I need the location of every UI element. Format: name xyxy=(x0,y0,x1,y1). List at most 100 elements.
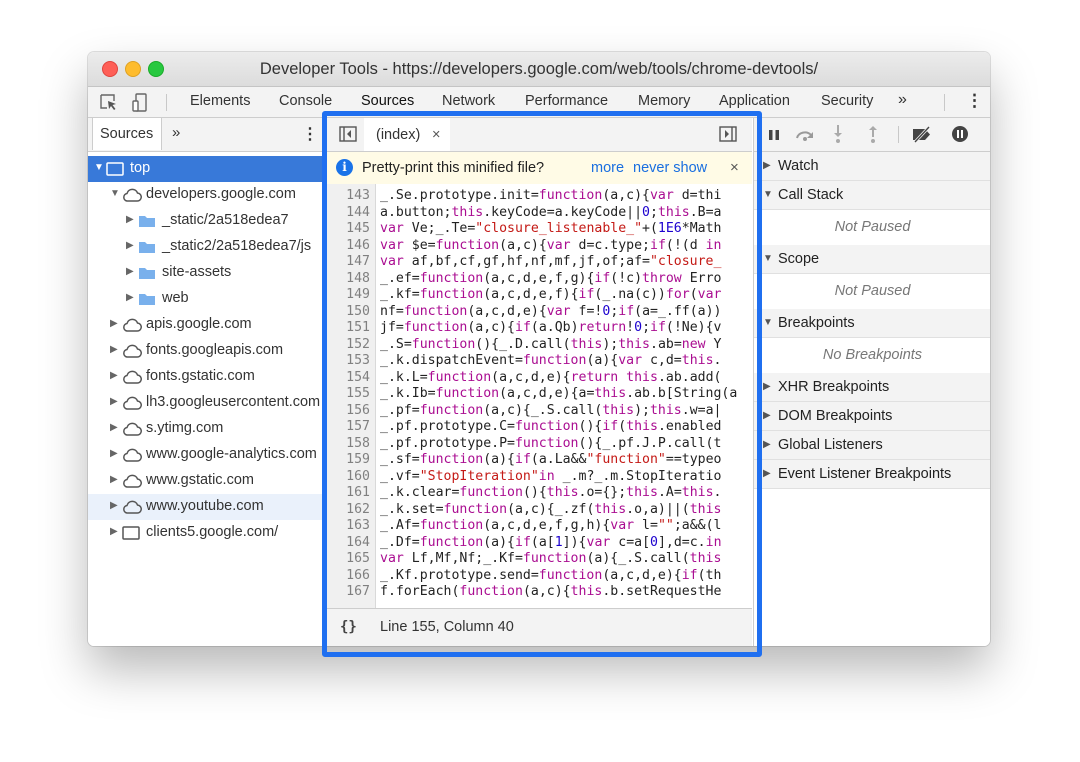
cloud-icon xyxy=(122,317,142,337)
tree-item[interactable]: ▶ www.youtube.com xyxy=(88,494,323,520)
expand-triangle-icon[interactable]: ▶ xyxy=(110,474,118,485)
debugger-section-breakpoints[interactable]: ▼ Breakpoints xyxy=(754,309,990,338)
debugger-section-dom-breakpoints[interactable]: ▶ DOM Breakpoints xyxy=(754,402,990,431)
navigator-header: Sources » ⋮ xyxy=(88,118,323,152)
debugger-section-scope[interactable]: ▼ Scope xyxy=(754,245,990,274)
tab-network[interactable]: Network xyxy=(442,93,495,109)
empty-state-text: No Breakpoints xyxy=(822,347,923,363)
inspect-element-icon[interactable] xyxy=(100,94,118,111)
expand-triangle-icon[interactable]: ▶ xyxy=(110,370,118,381)
folder-icon xyxy=(138,213,156,233)
tree-item[interactable]: ▶ www.google-analytics.com xyxy=(88,442,323,468)
tree-item[interactable]: ▶ apis.google.com xyxy=(88,312,323,338)
expand-triangle-icon[interactable]: ▶ xyxy=(110,318,118,329)
tree-item-label: clients5.google.com/ xyxy=(146,524,279,540)
step-out-icon[interactable] xyxy=(866,124,880,144)
tree-item[interactable]: ▶ lh3.googleusercontent.com xyxy=(88,390,323,416)
expand-triangle-icon[interactable]: ▶ xyxy=(110,500,118,511)
expand-triangle-icon[interactable]: ▶ xyxy=(126,292,134,303)
sources-navigator: Sources » ⋮ ▼ top ▼ developers.google.com ▶ _… xyxy=(88,118,324,646)
collapse-triangle-icon: ▼ xyxy=(763,253,773,264)
tree-item[interactable]: ▶ www.gstatic.com xyxy=(88,468,323,494)
cloud-icon xyxy=(122,343,142,363)
debugger-section-watch[interactable]: ▶ Watch xyxy=(754,152,990,181)
cloud-icon xyxy=(122,395,142,415)
tree-item[interactable]: ▶ fonts.gstatic.com xyxy=(88,364,323,390)
tree-item-label: fonts.googleapis.com xyxy=(146,342,284,358)
navigator-tab-sources[interactable]: Sources xyxy=(92,118,162,150)
debugger-toolbar xyxy=(754,118,990,152)
debugger-section-global-listeners[interactable]: ▶ Global Listeners xyxy=(754,431,990,460)
tree-item[interactable]: ▶ fonts.googleapis.com xyxy=(88,338,323,364)
tree-item-label: www.gstatic.com xyxy=(146,472,254,488)
tab-sources[interactable]: Sources xyxy=(361,93,414,109)
customize-menu-button[interactable]: ⋮ xyxy=(966,91,983,111)
tab-security[interactable]: Security xyxy=(821,93,873,109)
tree-item[interactable]: ▶ _static2/2a518edea7/js xyxy=(88,234,323,260)
debugger-section-label: Scope xyxy=(778,251,820,267)
tree-item-label: top xyxy=(130,160,151,176)
debugger-section-call-stack[interactable]: ▼ Call Stack xyxy=(754,181,990,210)
editor-highlight-frame xyxy=(322,111,762,657)
debugger-section-xhr-breakpoints[interactable]: ▶ XHR Breakpoints xyxy=(754,373,990,402)
tree-item-label: apis.google.com xyxy=(146,316,252,332)
expand-triangle-icon[interactable]: ▶ xyxy=(110,448,118,459)
deactivate-breakpoints-icon[interactable] xyxy=(911,126,933,143)
cloud-icon xyxy=(122,447,142,467)
device-toolbar-icon[interactable] xyxy=(132,93,150,112)
step-over-icon[interactable] xyxy=(794,126,816,142)
tree-item[interactable]: ▶ s.ytimg.com xyxy=(88,416,323,442)
debugger-section-label: Watch xyxy=(778,158,819,174)
tab-console[interactable]: Console xyxy=(279,93,332,109)
tree-item-label: developers.google.com xyxy=(146,186,296,202)
tree-item[interactable]: ▶ clients5.google.com/ xyxy=(88,520,323,546)
pause-icon[interactable] xyxy=(767,128,781,142)
tree-item-label: fonts.gstatic.com xyxy=(146,368,255,384)
debugger-section-label: Global Listeners xyxy=(778,437,883,453)
step-into-icon[interactable] xyxy=(831,124,845,144)
more-tabs-button[interactable]: » xyxy=(898,91,907,109)
tree-item[interactable]: ▶ _static/2a518edea7 xyxy=(88,208,323,234)
cloud-icon xyxy=(122,369,142,389)
expand-triangle-icon[interactable]: ▶ xyxy=(126,240,134,251)
expand-triangle-icon[interactable]: ▶ xyxy=(110,526,118,537)
debugger-section-label: DOM Breakpoints xyxy=(778,408,893,424)
tab-application[interactable]: Application xyxy=(719,93,790,109)
debugger-section-label: Call Stack xyxy=(778,187,844,203)
expand-triangle-icon: ▶ xyxy=(763,410,771,421)
tree-item[interactable]: ▶ site-assets xyxy=(88,260,323,286)
tree-item-label: lh3.googleusercontent.com xyxy=(146,394,321,410)
navigator-more-button[interactable]: » xyxy=(172,124,180,141)
tree-item[interactable]: ▼ developers.google.com xyxy=(88,182,323,208)
folder-icon xyxy=(138,265,156,285)
navigator-menu-button[interactable]: ⋮ xyxy=(302,124,318,144)
pause-on-exceptions-icon[interactable] xyxy=(951,125,969,143)
frame-icon xyxy=(122,525,140,545)
expand-triangle-icon: ▶ xyxy=(763,160,771,171)
tree-item-label: _static2/2a518edea7/js xyxy=(162,238,312,254)
tab-elements[interactable]: Elements xyxy=(190,93,250,109)
tree-item[interactable]: ▼ top xyxy=(88,156,323,182)
debugger-section-event-listener-breakpoints[interactable]: ▶ Event Listener Breakpoints xyxy=(754,460,990,489)
debugger-section-label: XHR Breakpoints xyxy=(778,379,890,395)
tree-item-label: www.youtube.com xyxy=(146,498,264,514)
expand-triangle-icon: ▶ xyxy=(763,468,771,479)
expand-triangle-icon: ▶ xyxy=(763,381,771,392)
toolbar-divider xyxy=(944,94,945,111)
expand-triangle-icon[interactable]: ▶ xyxy=(110,396,118,407)
expand-triangle-icon[interactable]: ▶ xyxy=(110,422,118,433)
tab-performance[interactable]: Performance xyxy=(525,93,608,109)
tab-memory[interactable]: Memory xyxy=(638,93,690,109)
collapse-triangle-icon[interactable]: ▼ xyxy=(94,162,104,173)
debugger-sidebar: ▶ Watch ▼ Call Stack Not Paused ▼ Scope Not Pau… xyxy=(753,118,990,646)
collapse-triangle-icon[interactable]: ▼ xyxy=(110,188,120,199)
cloud-icon xyxy=(122,499,142,519)
tree-item-label: s.ytimg.com xyxy=(146,420,224,436)
expand-triangle-icon[interactable]: ▶ xyxy=(110,344,118,355)
tree-item[interactable]: ▶ web xyxy=(88,286,323,312)
toolbar-divider xyxy=(166,94,167,111)
empty-state-text: Not Paused xyxy=(834,219,911,235)
debugger-section-body: Not Paused xyxy=(754,274,990,310)
expand-triangle-icon[interactable]: ▶ xyxy=(126,214,134,225)
expand-triangle-icon[interactable]: ▶ xyxy=(126,266,134,277)
